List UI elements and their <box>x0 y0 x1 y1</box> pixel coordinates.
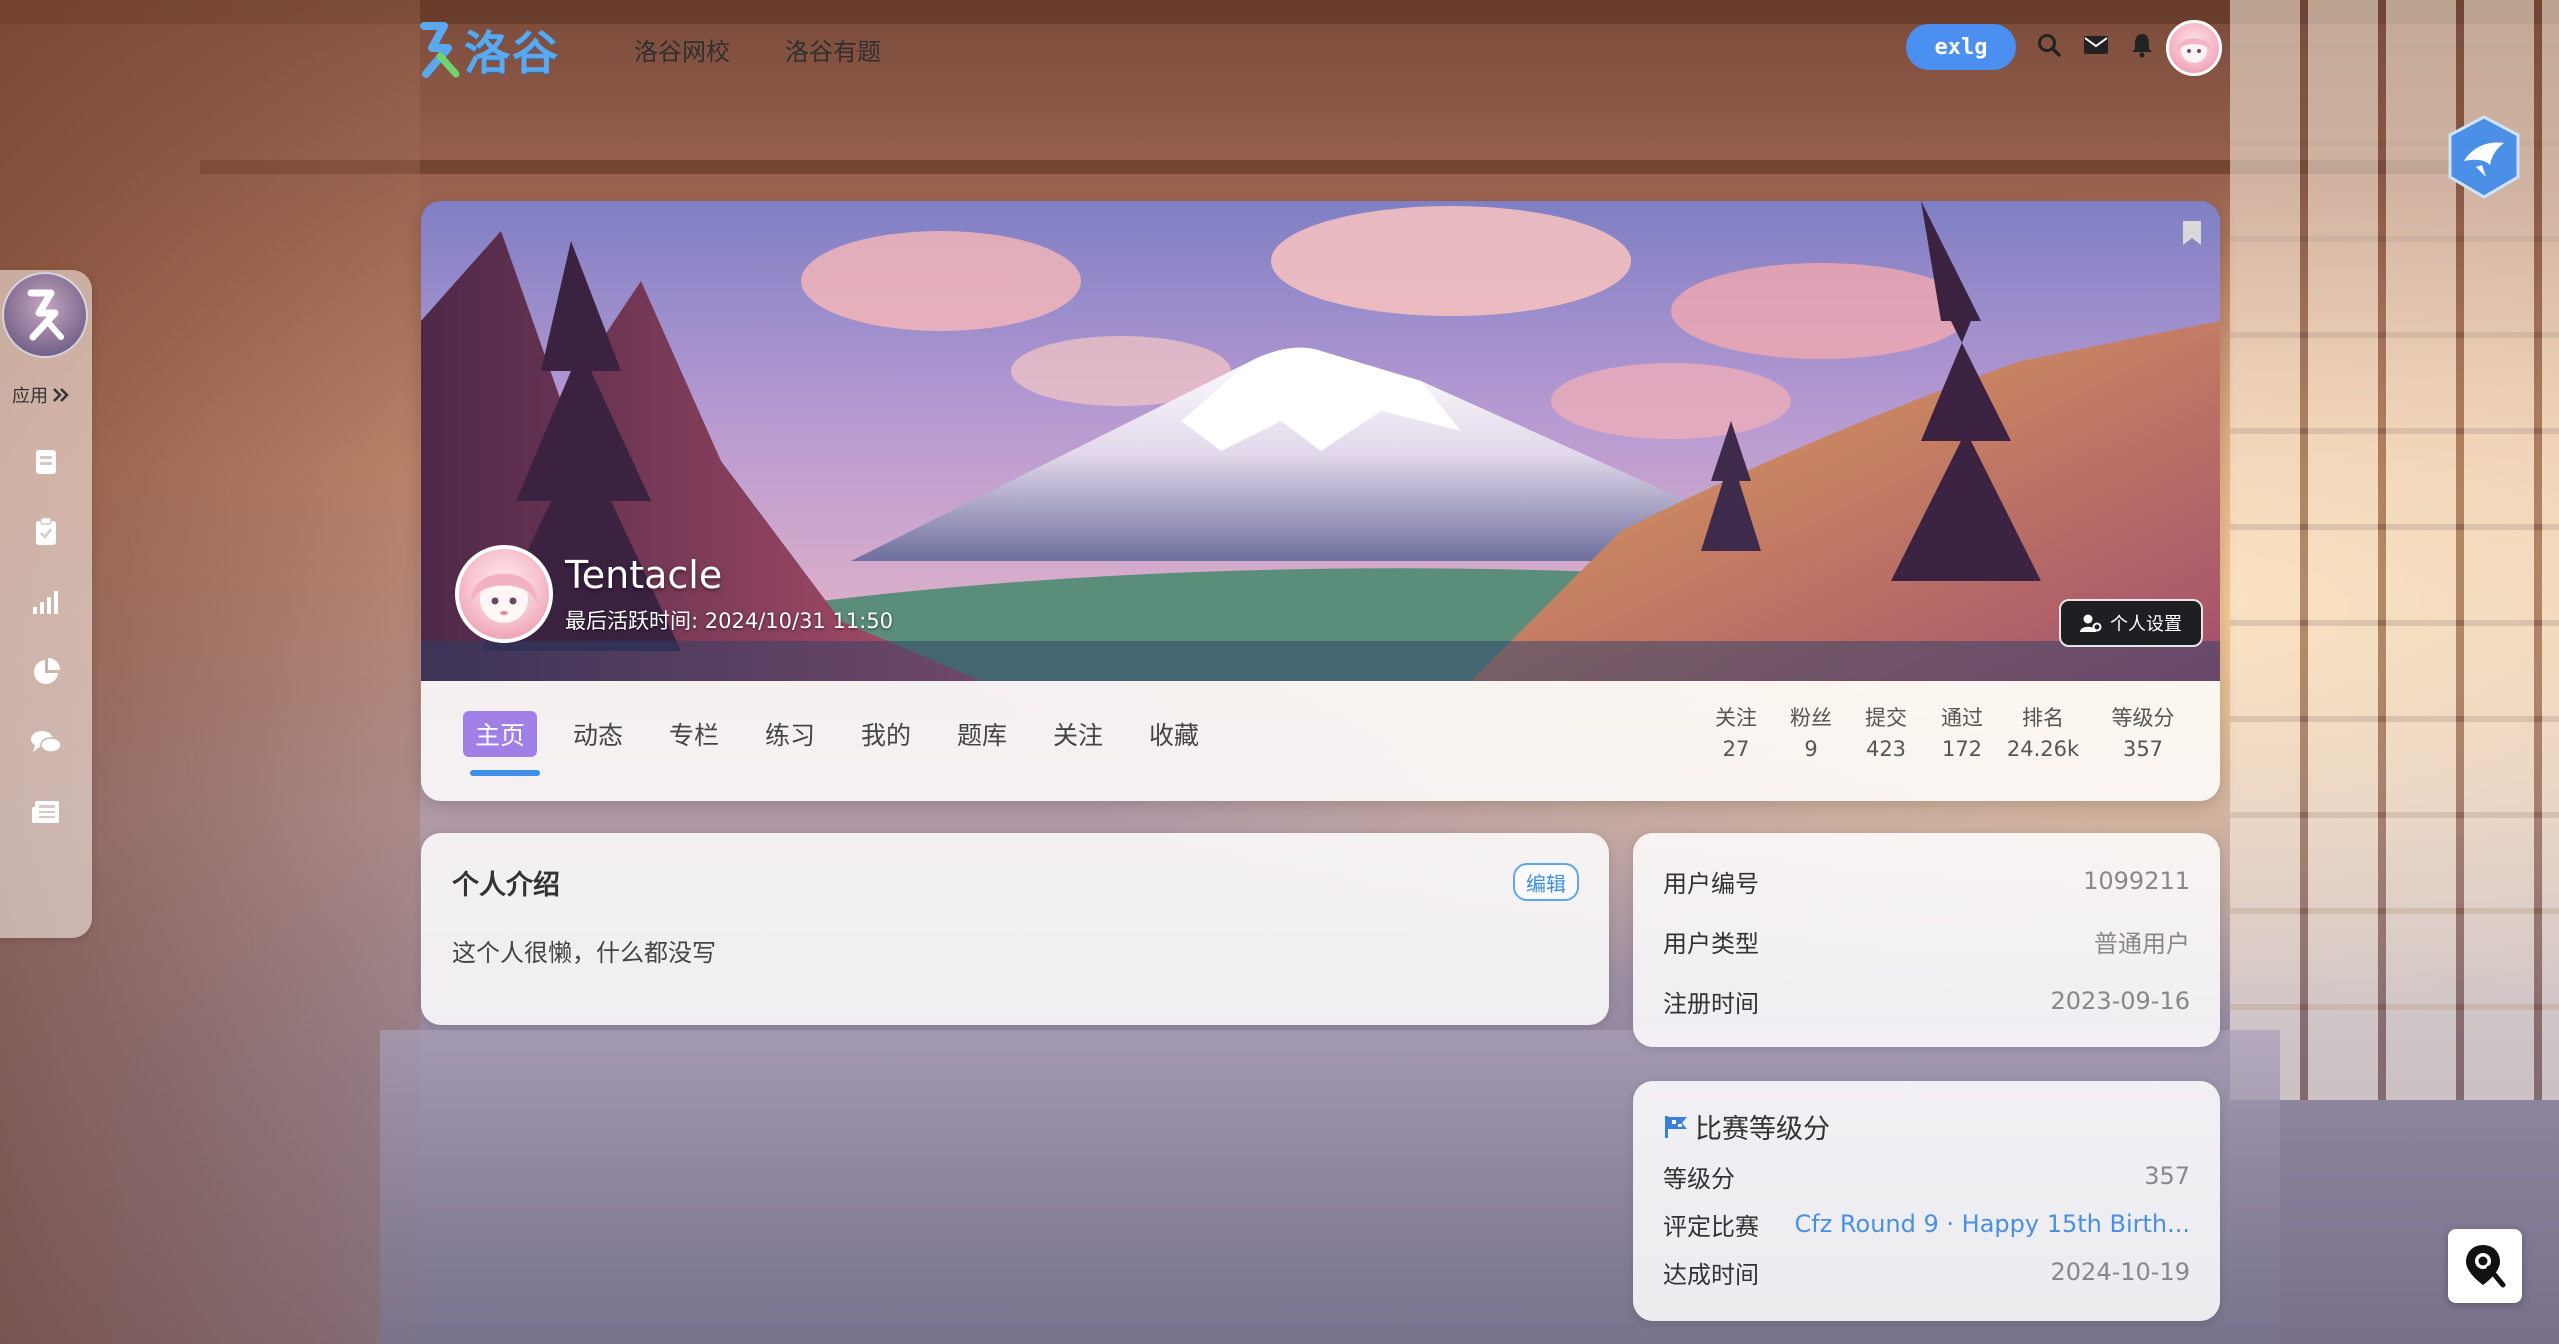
search-icon[interactable] <box>2034 30 2064 60</box>
username-pill[interactable]: exlg <box>1906 24 2016 70</box>
rating-card-title: 比赛等级分 <box>1663 1107 1830 1146</box>
chevron-double-right-icon <box>53 388 69 402</box>
rating-row-date: 达成时间 2024-10-19 <box>1663 1252 2190 1292</box>
info-label: 达成时间 <box>1663 1260 1759 1289</box>
ranking-icon[interactable] <box>28 584 64 620</box>
rating-title-text: 比赛等级分 <box>1695 1114 1830 1145</box>
edit-intro-button[interactable]: 编辑 <box>1513 863 1579 901</box>
user-gear-icon <box>2080 614 2102 632</box>
news-icon[interactable] <box>28 794 64 830</box>
info-value: 普通用户 <box>2094 929 2190 958</box>
chat-icon[interactable] <box>28 724 64 760</box>
stat-label: 通过 <box>1941 706 1983 730</box>
bookmark-icon[interactable] <box>2181 219 2203 247</box>
info-label: 注册时间 <box>1663 989 1759 1018</box>
top-navigation: 洛谷 洛谷网校 洛谷有题 exlg <box>0 0 2559 100</box>
stat-value: 423 <box>1865 737 1907 761</box>
stat-label: 提交 <box>1865 706 1907 730</box>
active-tab-indicator <box>470 770 540 776</box>
tab-articles[interactable]: 专栏 <box>657 711 731 757</box>
info-label: 等级分 <box>1663 1164 1735 1193</box>
stat-value: 27 <box>1722 737 1750 761</box>
location-search-icon <box>2466 1245 2506 1288</box>
stat-label: 粉丝 <box>1790 706 1832 730</box>
site-logo[interactable]: 洛谷 <box>418 20 560 80</box>
stat-followers[interactable]: 粉丝 9 <box>1779 703 1843 765</box>
contest-rating-card: 比赛等级分 等级分 357 评定比赛 Cfz Round 9 · Happy 1… <box>1633 1081 2220 1321</box>
rating-row-contest: 评定比赛 Cfz Round 9 · Happy 15th Birth... <box>1663 1204 2190 1244</box>
tab-favorites[interactable]: 收藏 <box>1137 711 1211 757</box>
stat-following[interactable]: 关注 27 <box>1704 703 1768 765</box>
stat-accepted[interactable]: 通过 172 <box>1930 703 1994 765</box>
bell-icon[interactable] <box>2127 30 2157 60</box>
intro-text: 这个人很懒，什么都没写 <box>452 939 716 967</box>
personal-settings-label: 个人设置 <box>2110 614 2182 635</box>
logo-icon <box>418 22 460 78</box>
mail-icon[interactable] <box>2081 30 2111 60</box>
tab-activity[interactable]: 动态 <box>561 711 635 757</box>
background-beam <box>200 160 2500 174</box>
sidebar-apps-label: 应用 <box>12 386 48 407</box>
info-label: 用户类型 <box>1663 929 1759 958</box>
stat-value: 357 <box>2122 737 2164 761</box>
stat-value: 24.26k <box>2006 737 2080 761</box>
tab-mine[interactable]: 我的 <box>849 711 923 757</box>
tab-problemset[interactable]: 题库 <box>945 711 1019 757</box>
personal-settings-button[interactable]: 个人设置 <box>2059 599 2203 647</box>
last-active-time: 最后活跃时间: 2024/10/31 11:50 <box>565 609 893 633</box>
profile-card: Tentacle 最后活跃时间: 2024/10/31 11:50 个人设置 主… <box>421 201 2220 801</box>
user-avatar[interactable] <box>2166 20 2222 76</box>
info-row-user-type: 用户类型 普通用户 <box>1663 921 2190 961</box>
profile-banner: Tentacle 最后活跃时间: 2024/10/31 11:50 个人设置 <box>421 201 2220 681</box>
stat-submissions[interactable]: 提交 423 <box>1854 703 1918 765</box>
flag-icon <box>1665 1115 1687 1138</box>
tab-home[interactable]: 主页 <box>463 711 538 757</box>
rated-contest-link[interactable]: Cfz Round 9 · Happy 15th Birth... <box>1794 1210 2190 1238</box>
sidebar-logo[interactable] <box>2 272 88 358</box>
info-row-register-date: 注册时间 2023-09-16 <box>1663 981 2190 1021</box>
info-label: 评定比赛 <box>1663 1212 1759 1241</box>
rating-row-score: 等级分 357 <box>1663 1156 2190 1196</box>
floating-search-button[interactable] <box>2448 1229 2522 1303</box>
stat-label: 关注 <box>1715 706 1757 730</box>
profile-username: Tentacle <box>565 553 723 597</box>
logo-text: 洛谷 <box>464 26 560 80</box>
tab-practice[interactable]: 练习 <box>753 711 827 757</box>
info-value: 2024-10-19 <box>2050 1258 2190 1286</box>
stats-icon[interactable] <box>28 654 64 690</box>
stat-rank[interactable]: 排名 24.26k <box>2001 703 2085 765</box>
stat-value: 9 <box>1804 737 1818 761</box>
stat-label: 等级分 <box>2111 706 2175 730</box>
info-value: 2023-09-16 <box>2050 987 2190 1015</box>
nav-link-school[interactable]: 洛谷网校 <box>634 32 730 67</box>
profile-tabbar: 主页 动态 专栏 练习 我的 题库 关注 收藏 关注 27 粉丝 9 提交 42… <box>421 681 2220 801</box>
profile-avatar[interactable] <box>455 545 553 643</box>
bird-badge-icon[interactable] <box>2446 115 2522 199</box>
sidebar-apps-toggle[interactable]: 应用 <box>12 382 70 408</box>
clipboard-icon[interactable] <box>28 514 64 550</box>
intro-card: 个人介绍 编辑 这个人很懒，什么都没写 <box>421 833 1609 1025</box>
problem-list-icon[interactable] <box>28 444 64 480</box>
info-label: 用户编号 <box>1663 869 1759 898</box>
stat-label: 排名 <box>2022 706 2064 730</box>
tab-following[interactable]: 关注 <box>1041 711 1115 757</box>
info-row-user-id: 用户编号 1099211 <box>1663 861 2190 901</box>
stat-rating[interactable]: 等级分 357 <box>2101 703 2185 765</box>
left-sidebar: 应用 <box>0 270 92 938</box>
nav-link-problems[interactable]: 洛谷有题 <box>785 32 881 67</box>
stat-value: 172 <box>1941 737 1983 761</box>
info-value: 1099211 <box>2083 867 2190 895</box>
info-value: 357 <box>2144 1162 2190 1190</box>
user-info-card: 用户编号 1099211 用户类型 普通用户 注册时间 2023-09-16 <box>1633 833 2220 1047</box>
intro-title: 个人介绍 <box>452 870 560 901</box>
